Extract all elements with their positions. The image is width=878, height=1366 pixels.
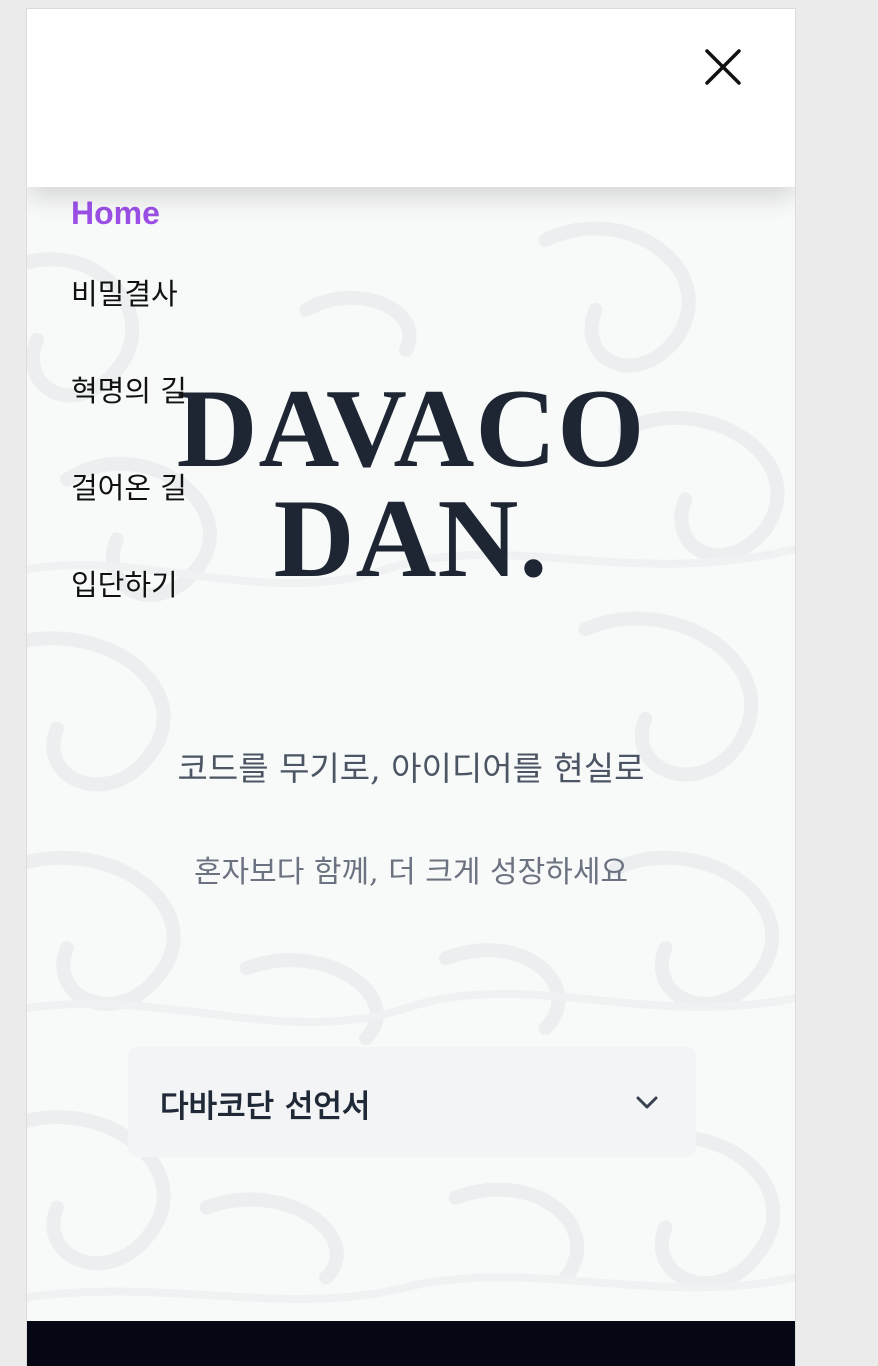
nav-item-history[interactable]: 걸어온 길 (71, 474, 187, 571)
mobile-viewport: DAVACO DAN. 코드를 무기로, 아이디어를 현실로 혼자보다 함께, … (26, 8, 796, 1366)
nav-item-revolution-path[interactable]: 혁명의 길 (71, 377, 187, 474)
hero-subtagline: 혼자보다 함께, 더 크게 성장하세요 (193, 855, 629, 890)
nav-item-join[interactable]: 입단하기 (71, 571, 187, 668)
hero-tagline: 코드를 무기로, 아이디어를 현실로 (177, 749, 645, 788)
nav-item-home[interactable]: Home (71, 187, 187, 280)
close-icon (705, 49, 741, 85)
mobile-nav-menu: Home 비밀결사 혁명의 길 걸어온 길 입단하기 (71, 187, 187, 668)
mobile-header (27, 9, 795, 187)
chevron-down-icon (634, 1089, 660, 1119)
close-menu-button[interactable] (699, 43, 747, 91)
footer-bar (27, 1321, 795, 1366)
manifesto-accordion-title: 다바코단 선언서 (160, 1089, 371, 1125)
nav-item-secret-society[interactable]: 비밀결사 (71, 280, 187, 377)
manifesto-accordion[interactable]: 다바코단 선언서 (128, 1047, 696, 1157)
